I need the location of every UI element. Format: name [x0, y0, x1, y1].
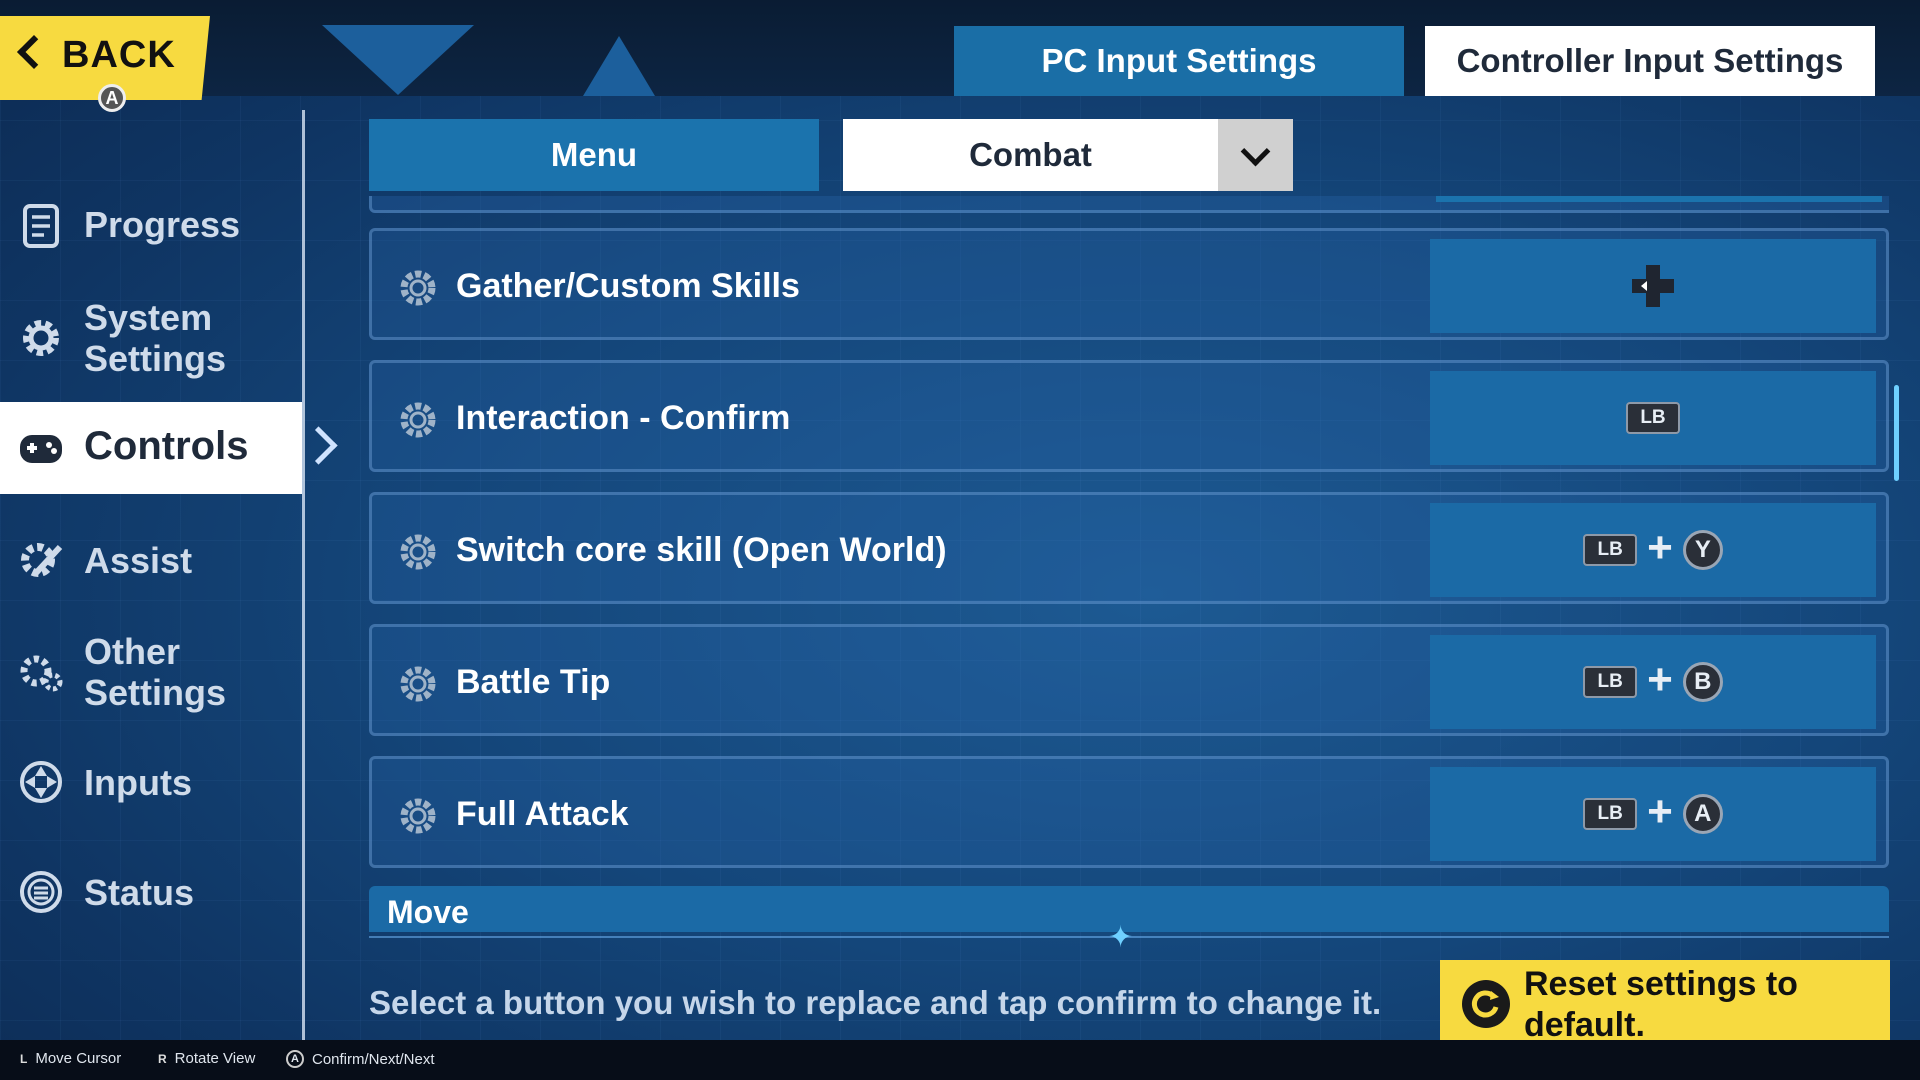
right-stick-icon: R — [158, 1051, 167, 1066]
binding-button[interactable] — [1430, 239, 1876, 333]
scrollbar-thumb[interactable] — [1894, 385, 1899, 481]
lb-key-icon: LB — [1583, 534, 1638, 566]
instruction-text: Select a button you wish to replace and … — [369, 984, 1382, 1021]
document-icon — [23, 204, 59, 248]
lb-key-icon: LB — [1583, 666, 1638, 698]
back-label: BACK — [62, 34, 176, 76]
binding-button[interactable]: LB — [1430, 371, 1876, 465]
binding-row-interaction-confirm[interactable]: Interaction - Confirm LB — [369, 360, 1889, 472]
reset-icon — [1462, 980, 1510, 1028]
sidebar-item-system-settings[interactable]: System Settings — [0, 293, 302, 383]
sidebar-item-label: Progress — [84, 204, 241, 245]
gears-icon — [20, 655, 63, 692]
section-title: Move — [387, 894, 469, 930]
left-stick-icon: L — [20, 1051, 28, 1066]
tab-label: Controller Input Settings — [1456, 42, 1844, 79]
subtab-label: Menu — [550, 136, 638, 173]
gear-icon — [400, 666, 436, 702]
binding-action-label: Interaction - Confirm — [456, 399, 791, 437]
hint-label: Rotate View — [174, 1050, 256, 1067]
hint-rotate-view: R Rotate View — [158, 1050, 255, 1067]
decor-triangle — [583, 36, 655, 96]
sidebar-item-label: Other Settings — [84, 631, 227, 713]
sidebar-item-status[interactable]: Status — [0, 862, 302, 922]
dropdown-toggle[interactable] — [1218, 119, 1293, 191]
binding-button[interactable]: LB + Y — [1430, 503, 1876, 597]
gear-icon — [400, 270, 436, 306]
reset-defaults-button[interactable]: Reset settings to default. — [1440, 960, 1890, 1048]
sidebar-item-assist[interactable]: Assist — [0, 530, 302, 590]
tab-controller-input-settings[interactable]: Controller Input Settings — [1425, 26, 1875, 96]
binding-action-label: Full Attack — [456, 795, 629, 833]
binding-action-label: Switch core skill (Open World) — [456, 531, 947, 569]
sidebar-item-progress[interactable]: Progress — [0, 196, 302, 256]
binding-row-full-attack[interactable]: Full Attack LB + A — [369, 756, 1889, 868]
sidebar-item-controls[interactable]: Controls — [0, 402, 302, 494]
a-button-icon: A — [1682, 794, 1723, 834]
sidebar-item-label: System Settings — [84, 297, 227, 379]
sidebar-item-label: Assist — [84, 540, 193, 581]
sidebar-divider — [302, 110, 305, 1040]
hint-move-cursor: L Move Cursor — [20, 1050, 121, 1067]
gear-icon — [400, 402, 436, 438]
list-circle-icon — [20, 871, 62, 913]
b-button-icon: B — [1682, 662, 1723, 702]
decor-triangle — [322, 25, 474, 95]
sidebar-item-label: Status — [84, 872, 195, 913]
list-row-partial — [369, 196, 1889, 213]
category-dropdown[interactable]: Combat — [843, 119, 1293, 191]
plus-icon: + — [1647, 655, 1673, 704]
chevron-left-icon — [17, 35, 51, 69]
gear-wrench-icon — [21, 543, 63, 577]
dropdown-selected-value: Combat — [969, 136, 1092, 173]
binding-button[interactable]: LB + A — [1430, 767, 1876, 861]
dpad-left-icon — [1632, 265, 1674, 307]
binding-button-partial — [1436, 196, 1882, 202]
y-button-icon: Y — [1682, 530, 1723, 570]
plus-icon: + — [1647, 787, 1673, 836]
gear-icon — [400, 798, 436, 834]
tab-pc-input-settings[interactable]: PC Input Settings — [954, 26, 1404, 96]
subtab-menu[interactable]: Menu — [369, 119, 819, 191]
hint-label: Move Cursor — [35, 1050, 122, 1067]
binding-button[interactable]: LB + B — [1430, 635, 1876, 729]
gear-icon — [23, 320, 59, 356]
gear-icon — [400, 534, 436, 570]
lb-key-icon: LB — [1583, 798, 1638, 830]
hint-label: Confirm/Next/Next — [312, 1050, 435, 1068]
sidebar-item-label: Controls — [84, 424, 249, 468]
binding-row-battle-tip[interactable]: Battle Tip LB + B — [369, 624, 1889, 736]
sparkle-icon: ✦ — [1108, 921, 1134, 954]
hint-confirm: A Confirm/Next/Next — [286, 1050, 435, 1068]
controls-hint-bar: L Move Cursor R Rotate View A Confirm/Ne… — [0, 1040, 1920, 1080]
gamepad-icon — [20, 435, 62, 463]
lb-key-icon: LB — [1626, 402, 1680, 434]
sidebar-item-label: Inputs — [84, 762, 192, 803]
sidebar-item-inputs[interactable]: Inputs — [0, 752, 302, 812]
binding-action-label: Battle Tip — [456, 663, 611, 701]
dpad-icon — [20, 761, 62, 803]
binding-row-gather-custom-skills[interactable]: Gather/Custom Skills — [369, 228, 1889, 340]
reset-label: Reset settings to default. — [1524, 965, 1798, 1044]
a-button-icon: A — [286, 1050, 304, 1068]
binding-row-switch-core-skill[interactable]: Switch core skill (Open World) LB + Y — [369, 492, 1889, 604]
chevron-down-icon — [1240, 136, 1271, 166]
binding-list: Gather/Custom Skills Interaction - Confi… — [369, 196, 1889, 932]
plus-icon: + — [1647, 523, 1673, 572]
binding-action-label: Gather/Custom Skills — [456, 267, 800, 305]
sidebar-item-other-settings[interactable]: Other Settings — [0, 627, 302, 717]
tab-label: PC Input Settings — [1041, 42, 1317, 79]
